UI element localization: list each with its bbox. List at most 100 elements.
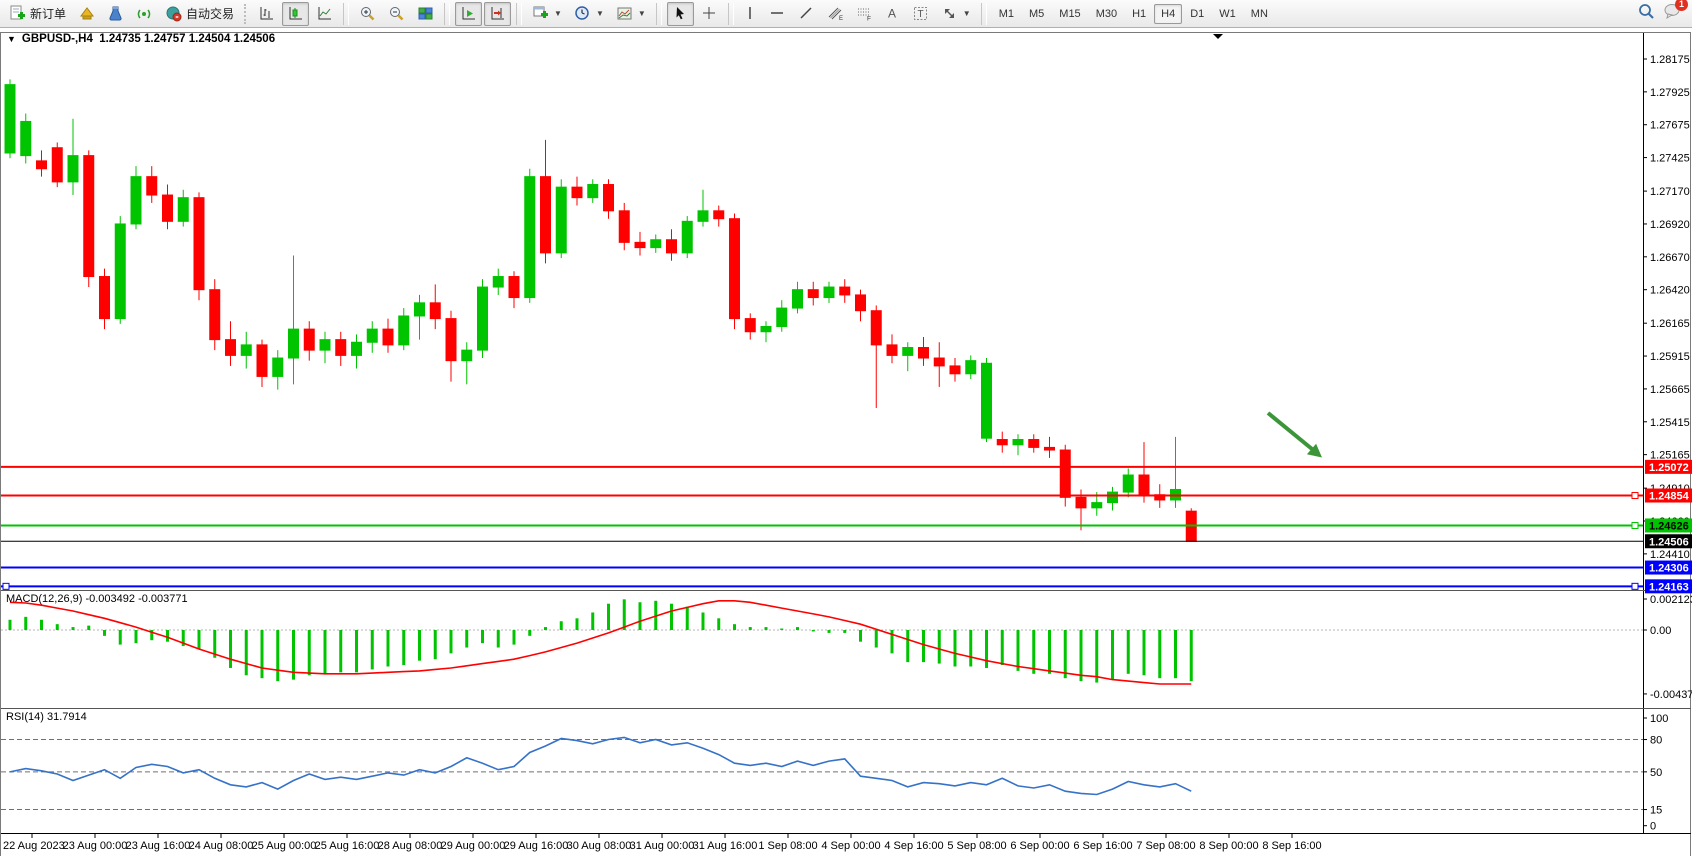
candle	[430, 303, 440, 319]
toolbar-grip	[244, 4, 248, 24]
new-order-button[interactable]: 新订单	[4, 2, 71, 26]
candle	[934, 358, 944, 366]
templates-dropdown-arrow[interactable]: ▼	[638, 9, 646, 18]
line-chart-icon	[316, 5, 333, 22]
rsi-axis-label: 50	[1650, 767, 1662, 779]
price-tick-label: 1.27425	[1650, 153, 1690, 165]
candle	[714, 211, 724, 219]
hline-handle[interactable]	[1632, 493, 1638, 499]
equidistant-channel-icon: E	[827, 5, 844, 22]
candle	[131, 177, 141, 224]
candle	[919, 348, 929, 359]
metaeditor-button[interactable]	[73, 2, 100, 26]
timeframe-button-w1[interactable]: W1	[1212, 4, 1243, 24]
candle	[336, 340, 346, 356]
time-axis-label: 1 Sep 08:00	[758, 840, 817, 852]
candle	[446, 319, 456, 361]
periods-dropdown-arrow[interactable]: ▼	[596, 9, 604, 18]
periods-clock-icon	[574, 5, 591, 22]
line-chart-button[interactable]	[311, 2, 338, 26]
equidistant-channel-button[interactable]: E	[822, 2, 849, 26]
candlestick-chart-icon	[287, 5, 304, 22]
candle	[21, 121, 31, 155]
macd-axis-label: 0.00	[1650, 625, 1671, 637]
candle	[462, 350, 472, 361]
new-order-icon	[9, 5, 26, 22]
strategy-tester-button[interactable]	[102, 2, 129, 26]
autotrading-button[interactable]: 自动交易	[160, 2, 239, 26]
price-tag-label: 1.24854	[1649, 491, 1690, 503]
cursor-button[interactable]	[667, 2, 694, 26]
candle	[1076, 497, 1086, 508]
candle	[1092, 503, 1102, 508]
hline-handle[interactable]	[3, 583, 9, 589]
text-button[interactable]: A	[880, 2, 905, 26]
autotrading-label: 自动交易	[186, 5, 234, 22]
price-tag-label: 1.24306	[1649, 563, 1689, 575]
rsi-axis-label: 0	[1650, 821, 1656, 833]
time-axis-label: 4 Sep 16:00	[884, 840, 943, 852]
candle	[1139, 475, 1149, 495]
candle	[257, 345, 267, 377]
vertical-line-button[interactable]	[739, 2, 762, 26]
candle	[5, 85, 15, 153]
candle	[588, 185, 598, 198]
price-tick-label: 1.27925	[1650, 87, 1690, 99]
rsi-axis-label: 80	[1650, 735, 1662, 747]
arrows-button[interactable]: ▼	[936, 2, 976, 26]
indicators-icon	[532, 5, 549, 22]
fibonacci-button[interactable]: F	[851, 2, 878, 26]
search-icon[interactable]	[1637, 2, 1655, 25]
text-label-button[interactable]: T	[907, 2, 934, 26]
indicators-button[interactable]: ▼	[527, 2, 567, 26]
candle	[793, 290, 803, 308]
rsi-axis-label: 100	[1650, 713, 1668, 725]
timeframe-button-h4[interactable]: H4	[1154, 4, 1182, 24]
zoom-out-button[interactable]	[383, 2, 410, 26]
timeframe-button-d1[interactable]: D1	[1183, 4, 1211, 24]
shift-end-marker-icon[interactable]	[1213, 34, 1223, 39]
chart-canvas[interactable]: 1.281751.279251.276751.274251.271701.269…	[0, 28, 1692, 856]
signals-button[interactable]	[131, 2, 158, 26]
auto-scroll-button[interactable]	[455, 2, 482, 26]
timeframe-button-m15[interactable]: M15	[1052, 4, 1087, 24]
price-tick-label: 1.28175	[1650, 54, 1690, 66]
zoom-in-button[interactable]	[354, 2, 381, 26]
fibonacci-icon: F	[856, 5, 873, 22]
annotation-arrow[interactable]	[1268, 413, 1312, 449]
periods-button[interactable]: ▼	[569, 2, 609, 26]
chart-shift-button[interactable]	[484, 2, 511, 26]
time-axis-label: 23 Aug 00:00	[63, 840, 128, 852]
timeframe-button-mn[interactable]: MN	[1244, 4, 1275, 24]
hline-handle[interactable]	[1632, 522, 1638, 528]
candle	[1029, 440, 1039, 448]
notifications-button[interactable]: 1	[1663, 2, 1682, 25]
tile-windows-icon	[417, 5, 434, 22]
one-click-trading-toggle[interactable]: ▼	[7, 34, 16, 44]
autotrading-icon	[165, 5, 182, 22]
horizontal-line-button[interactable]	[764, 2, 791, 26]
timeframe-button-m30[interactable]: M30	[1089, 4, 1124, 24]
time-axis-label: 23 Aug 16:00	[126, 840, 191, 852]
timeframe-button-h1[interactable]: H1	[1125, 4, 1153, 24]
price-tick-label: 1.25415	[1650, 417, 1690, 429]
candle	[840, 287, 850, 295]
hline-handle[interactable]	[1632, 583, 1638, 589]
trendline-button[interactable]	[793, 2, 820, 26]
tile-windows-button[interactable]	[412, 2, 439, 26]
templates-button[interactable]: ▼	[611, 2, 651, 26]
arrows-dropdown-arrow[interactable]: ▼	[963, 9, 971, 18]
chart-title: ▼ GBPUSD-,H4 1.24735 1.24757 1.24504 1.2…	[7, 33, 275, 45]
svg-text:A: A	[888, 7, 896, 21]
candlestick-chart-button[interactable]	[282, 2, 309, 26]
cursor-icon	[672, 5, 689, 22]
price-tick-label: 1.27170	[1650, 186, 1690, 198]
time-axis-label: 7 Sep 08:00	[1136, 840, 1195, 852]
candle	[147, 177, 157, 195]
timeframe-button-m5[interactable]: M5	[1022, 4, 1051, 24]
timeframe-button-m1[interactable]: M1	[992, 4, 1021, 24]
candle	[68, 156, 78, 182]
bar-chart-button[interactable]	[253, 2, 280, 26]
indicators-dropdown-arrow[interactable]: ▼	[554, 9, 562, 18]
crosshair-button[interactable]	[696, 2, 723, 26]
